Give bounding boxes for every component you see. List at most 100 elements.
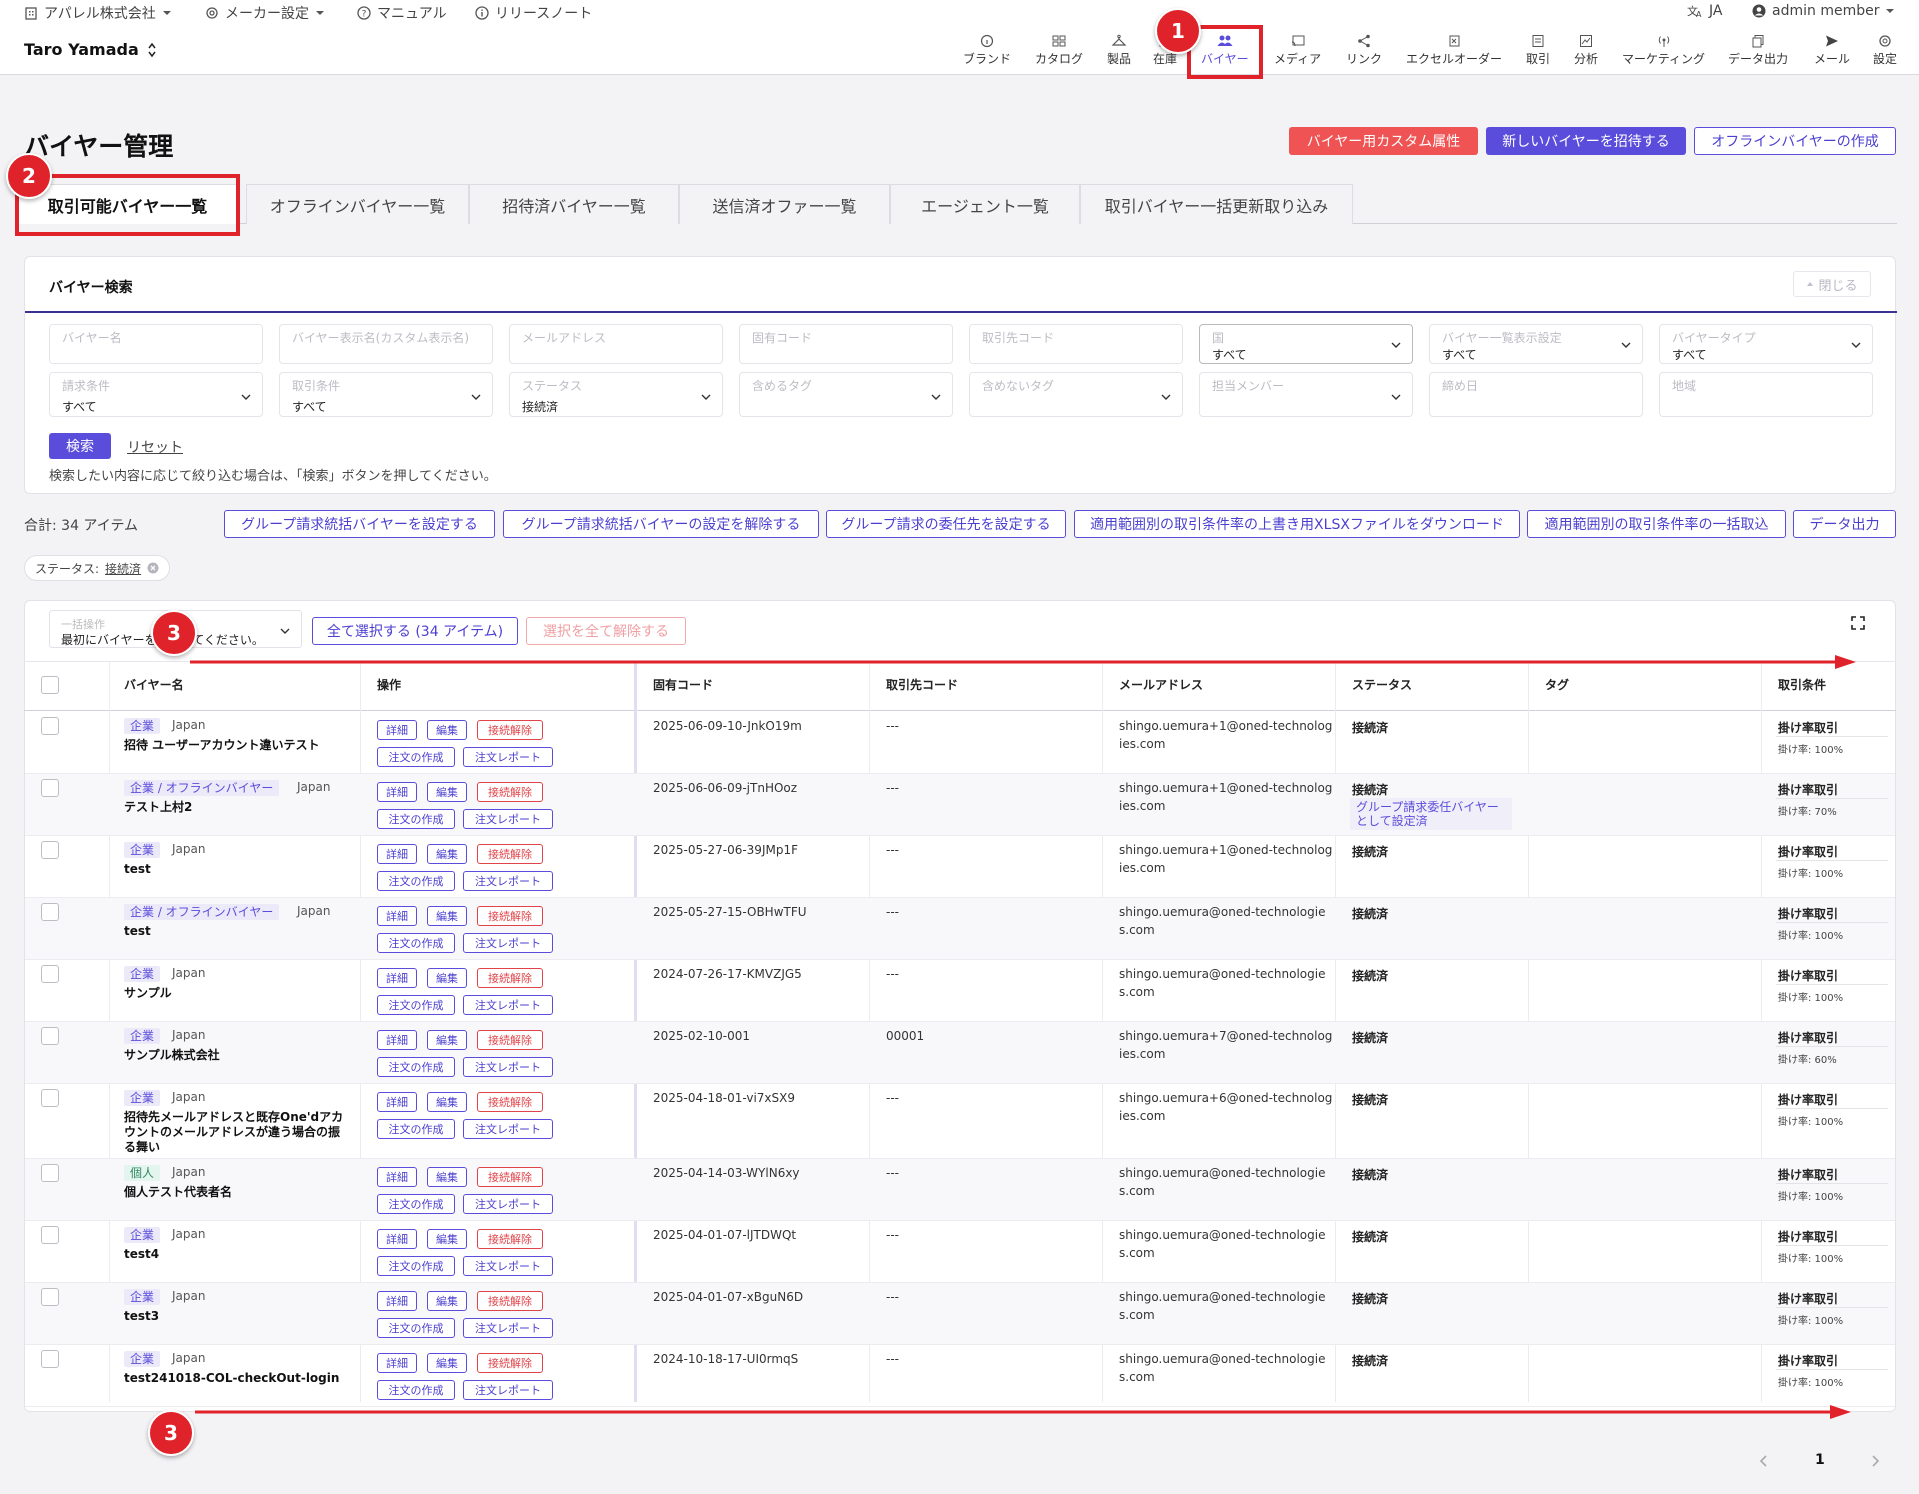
edit-button[interactable]: 編集 xyxy=(427,1030,467,1050)
order-report-button[interactable]: 注文レポート xyxy=(463,747,553,767)
disconnect-button[interactable]: 接続解除 xyxy=(477,968,543,988)
user-switcher[interactable]: Taro Yamada xyxy=(24,40,157,59)
edit-button[interactable]: 編集 xyxy=(427,720,467,740)
buyer-name[interactable]: test241018-COL-checkOut-login xyxy=(124,1371,339,1386)
buyer-name[interactable]: 個人テスト代表者名 xyxy=(124,1185,232,1200)
current-page[interactable]: 1 xyxy=(1815,1452,1825,1468)
custom-attribute-button[interactable]: バイヤー用カスタム属性 xyxy=(1289,127,1478,155)
unset-group-billing-buyer-button[interactable]: グループ請求統括バイヤーの設定を解除する xyxy=(503,510,819,538)
nav-excel-order[interactable]: エクセルオーダー xyxy=(1406,34,1502,67)
header-code[interactable]: 固有コード xyxy=(653,676,713,693)
reset-link[interactable]: リセット xyxy=(127,437,183,457)
detail-button[interactable]: 詳細 xyxy=(377,906,417,926)
row-checkbox[interactable] xyxy=(41,903,59,921)
create-order-button[interactable]: 注文の作成 xyxy=(377,1057,455,1077)
buyer-name[interactable]: test xyxy=(124,924,151,939)
set-group-billing-delegate-button[interactable]: グループ請求の委任先を設定する xyxy=(826,510,1066,538)
buyer-name[interactable]: 招待先メールアドレスと既存One'dアカ xyxy=(124,1110,343,1125)
detail-button[interactable]: 詳細 xyxy=(377,1167,417,1187)
disconnect-button[interactable]: 接続解除 xyxy=(477,1030,543,1050)
edit-button[interactable]: 編集 xyxy=(427,906,467,926)
edit-button[interactable]: 編集 xyxy=(427,844,467,864)
display-name-field[interactable]: バイヤー表示名(カスタム表示名) xyxy=(279,324,493,364)
partner-code-field[interactable]: 取引先コード xyxy=(969,324,1183,364)
order-report-button[interactable]: 注文レポート xyxy=(463,1256,553,1276)
nav-data-export[interactable]: データ出力 xyxy=(1728,34,1788,67)
nav-catalog[interactable]: カタログ xyxy=(1035,34,1083,67)
buyer-name[interactable]: test3 xyxy=(124,1309,159,1324)
select-all-checkbox[interactable] xyxy=(41,676,59,694)
create-offline-buyer-button[interactable]: オフラインバイヤーの作成 xyxy=(1694,127,1896,155)
disconnect-button[interactable]: 接続解除 xyxy=(477,1353,543,1373)
country-select[interactable]: 国すべて xyxy=(1199,324,1413,364)
bulk-import-rates-button[interactable]: 適用範囲別の取引条件率の一括取込 xyxy=(1527,510,1786,538)
region-field[interactable]: 地域 xyxy=(1659,372,1873,417)
order-report-button[interactable]: 注文レポート xyxy=(463,1380,553,1400)
list-setting-select[interactable]: バイヤー一覧表示設定 すべて xyxy=(1429,324,1643,364)
prev-page-icon[interactable] xyxy=(1759,1454,1769,1468)
nav-brand[interactable]: ブランド xyxy=(963,34,1011,67)
tab-bulk-import[interactable]: 取引バイヤー一括更新取り込み xyxy=(1080,184,1353,224)
detail-button[interactable]: 詳細 xyxy=(377,1092,417,1112)
order-report-button[interactable]: 注文レポート xyxy=(463,871,553,891)
row-checkbox[interactable] xyxy=(41,1288,59,1306)
order-report-button[interactable]: 注文レポート xyxy=(463,995,553,1015)
set-group-billing-buyer-button[interactable]: グループ請求統括バイヤーを設定する xyxy=(224,510,495,538)
header-partner-code[interactable]: 取引先コード xyxy=(886,676,958,693)
account-menu[interactable]: admin member xyxy=(1752,3,1895,19)
trade-condition-select[interactable]: 取引条件 すべて xyxy=(279,372,493,417)
create-order-button[interactable]: 注文の作成 xyxy=(377,995,455,1015)
include-tags-select[interactable]: 含めるタグ xyxy=(739,372,953,417)
buyer-name-field[interactable]: バイヤー名 xyxy=(49,324,263,364)
code-field[interactable]: 固有コード xyxy=(739,324,953,364)
row-checkbox[interactable] xyxy=(41,1226,59,1244)
member-select[interactable]: 担当メンバー xyxy=(1199,372,1413,417)
row-checkbox[interactable] xyxy=(41,1164,59,1182)
buyer-name[interactable]: テスト上村2 xyxy=(124,800,192,815)
fullscreen-icon[interactable] xyxy=(1851,616,1865,630)
row-checkbox[interactable] xyxy=(41,779,59,797)
create-order-button[interactable]: 注文の作成 xyxy=(377,747,455,767)
disconnect-button[interactable]: 接続解除 xyxy=(477,1291,543,1311)
buyer-type-select[interactable]: バイヤータイプ すべて xyxy=(1659,324,1873,364)
create-order-button[interactable]: 注文の作成 xyxy=(377,809,455,829)
order-report-button[interactable]: 注文レポート xyxy=(463,1119,553,1139)
buyer-name[interactable]: サンプル xyxy=(124,986,172,1001)
close-search-button[interactable]: 閉じる xyxy=(1793,271,1871,297)
release-notes-link[interactable]: リリースノート xyxy=(475,3,592,23)
nav-settings[interactable]: 設定 xyxy=(1873,34,1897,67)
order-report-button[interactable]: 注文レポート xyxy=(463,809,553,829)
create-order-button[interactable]: 注文の作成 xyxy=(377,871,455,891)
header-buyer-name[interactable]: バイヤー名 xyxy=(124,676,184,693)
order-report-button[interactable]: 注文レポート xyxy=(463,933,553,953)
deselect-all-button[interactable]: 選択を全て解除する xyxy=(526,617,686,645)
language-switcher[interactable]: 文A JA xyxy=(1687,3,1722,19)
edit-button[interactable]: 編集 xyxy=(427,1092,467,1112)
edit-button[interactable]: 編集 xyxy=(427,1291,467,1311)
edit-button[interactable]: 編集 xyxy=(427,968,467,988)
detail-button[interactable]: 詳細 xyxy=(377,1030,417,1050)
edit-button[interactable]: 編集 xyxy=(427,782,467,802)
row-checkbox[interactable] xyxy=(41,965,59,983)
disconnect-button[interactable]: 接続解除 xyxy=(477,1167,543,1187)
detail-button[interactable]: 詳細 xyxy=(377,1291,417,1311)
download-xlsx-button[interactable]: 適用範囲別の取引条件率の上書き用XLSXファイルをダウンロード xyxy=(1074,510,1520,538)
order-report-button[interactable]: 注文レポート xyxy=(463,1194,553,1214)
nav-products[interactable]: 製品 xyxy=(1107,34,1131,67)
nav-link[interactable]: リンク xyxy=(1346,34,1382,67)
create-order-button[interactable]: 注文の作成 xyxy=(377,1380,455,1400)
create-order-button[interactable]: 注文の作成 xyxy=(377,1256,455,1276)
edit-button[interactable]: 編集 xyxy=(427,1353,467,1373)
tab-sent-offers[interactable]: 送信済オファー一覧 xyxy=(679,184,890,224)
email-field[interactable]: メールアドレス xyxy=(509,324,723,364)
row-checkbox[interactable] xyxy=(41,1027,59,1045)
tab-agents[interactable]: エージェント一覧 xyxy=(890,184,1080,224)
status-select[interactable]: ステータス 接続済 xyxy=(509,372,723,417)
detail-button[interactable]: 詳細 xyxy=(377,844,417,864)
row-checkbox[interactable] xyxy=(41,841,59,859)
detail-button[interactable]: 詳細 xyxy=(377,968,417,988)
create-order-button[interactable]: 注文の作成 xyxy=(377,933,455,953)
disconnect-button[interactable]: 接続解除 xyxy=(477,782,543,802)
manual-link[interactable]: ? マニュアル xyxy=(357,3,447,23)
nav-analytics[interactable]: 分析 xyxy=(1574,34,1598,67)
